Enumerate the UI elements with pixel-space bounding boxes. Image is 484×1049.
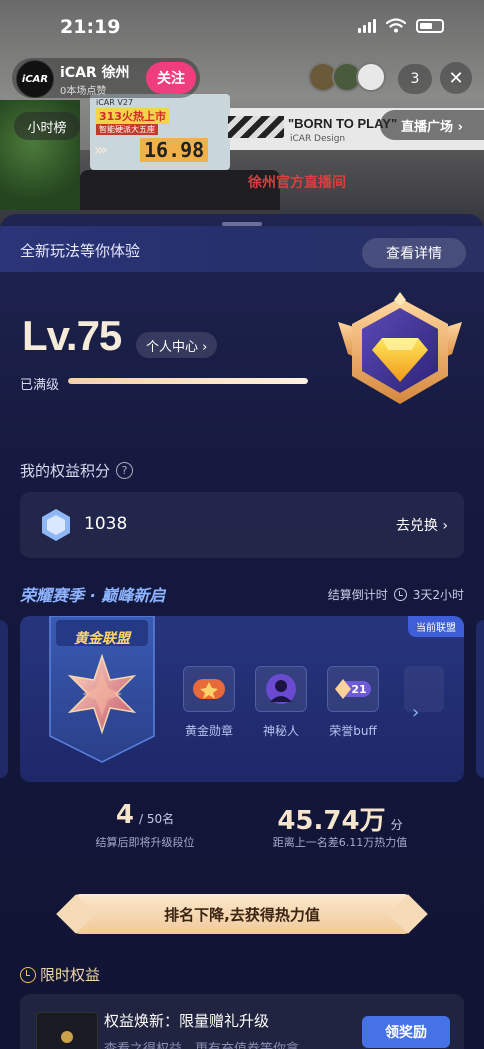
promo-headline: 313火热上市 [96, 108, 169, 124]
redeem-link[interactable]: 去兑换 › [396, 515, 448, 535]
cta-label: 排名下降,去获得热力值 [164, 905, 320, 924]
limited-benefits-title: 限时权益 [20, 964, 100, 985]
reward-item-partial[interactable] [404, 666, 444, 712]
heat-unit: 分 [390, 818, 403, 832]
rank-caption: 结算后即将升级段位 [95, 836, 195, 849]
reward-label: 黄金勋章 [184, 724, 233, 738]
rank-total: / 50名 [139, 812, 175, 826]
reward-tile[interactable] [183, 666, 235, 712]
new-play-banner: 全新玩法等你体验 查看详情 [0, 226, 484, 272]
reward-item[interactable]: 21 荣誉buff [326, 666, 380, 739]
battery-icon [416, 18, 444, 33]
viewer-avatars[interactable] [308, 62, 386, 92]
reward-label: 荣誉buff [329, 724, 377, 738]
benefit-desc: 查看之得权益，更有充值券等你拿 [104, 1038, 299, 1049]
next-league-card[interactable] [476, 620, 484, 778]
countdown-label: 结算倒计时 [327, 588, 388, 602]
league-rewards: 黄金勋章 神秘人 21 荣誉buff [182, 666, 380, 739]
close-icon[interactable]: ✕ [440, 62, 472, 94]
maxed-label: 已满级 [20, 378, 60, 393]
level-progress-fill [68, 378, 308, 384]
level-badge-icon [338, 292, 462, 404]
points-gem-icon [42, 509, 70, 541]
view-details-button[interactable]: 查看详情 [362, 238, 466, 268]
stripe-decoration [228, 116, 284, 138]
benefit-thumbnail [36, 1012, 98, 1049]
buff-badge-number: 21 [351, 683, 366, 696]
viewer-count[interactable]: 3 [398, 64, 432, 94]
rank-stat: 4 / 50名 [80, 800, 210, 830]
help-icon[interactable]: ? [116, 462, 134, 479]
points-title-text: 我的权益积分 [20, 462, 111, 480]
limited-title-text: 限时权益 [40, 966, 101, 984]
drag-handle[interactable] [222, 222, 262, 226]
league-name: 黄金联盟 [74, 631, 130, 647]
promo-chevrons: ››› [94, 140, 108, 159]
reward-item[interactable]: 黄金勋章 [182, 666, 236, 739]
live-square-button[interactable]: 直播广场 › [380, 110, 484, 140]
heat-value: 45.74万 [277, 806, 386, 836]
follow-button[interactable]: 关注 [146, 62, 196, 94]
gold-medal-icon [193, 679, 225, 699]
points-value: 1038 [84, 514, 128, 534]
viewer-avatar[interactable] [356, 62, 386, 92]
host-likes: 0本场点赞 [60, 86, 107, 97]
host-avatar[interactable]: iCAR [16, 60, 54, 98]
signal-icon [358, 18, 376, 33]
promo-brand: iCAR V27 [96, 98, 134, 107]
reward-tile[interactable]: 21 [327, 666, 379, 712]
league-card[interactable]: 当前联盟 黄金联盟 黄金勋章 神秘人 21 荣誉buff › [20, 616, 464, 782]
status-time: 21:19 [60, 16, 121, 38]
benefit-card[interactable]: 权益焕新：限量赠礼升级 查看之得权益，更有充值券等你拿 领奖励 [20, 994, 464, 1049]
points-title: 我的权益积分 ? [20, 460, 134, 481]
level-value: Lv.75 [22, 312, 122, 359]
honor-buff-icon: 21 [335, 679, 371, 699]
promo-board: iCAR V27 313火热上市 智能硬派大五座 ››› 16.98 [90, 94, 230, 170]
rank-value: 4 [115, 800, 134, 830]
points-card[interactable]: 1038 去兑换 › [20, 492, 464, 558]
settlement-countdown: 结算倒计时 3天2小时 [328, 586, 464, 603]
claim-reward-button[interactable]: 领奖励 [362, 1016, 450, 1048]
design-label: iCAR Design [290, 134, 346, 144]
current-league-tag: 当前联盟 [408, 616, 464, 637]
fan-benefits-panel: 全新玩法等你体验 查看详情 Lv.75 个人中心 › 已满级 我的权益积分 ? … [0, 214, 484, 1049]
wifi-icon [386, 18, 406, 33]
get-heat-button[interactable]: 排名下降,去获得热力值 [74, 894, 410, 934]
heat-caption: 距离上一名差6.11万热力值 [272, 836, 408, 849]
chevron-right-icon[interactable]: › [412, 702, 419, 723]
promo-sub: 智能硬派大五座 [96, 124, 158, 135]
season-title: 荣耀赛季 · 巅峰新启 [20, 586, 166, 605]
host-name[interactable]: iCAR 徐州 [60, 62, 130, 82]
status-icons [358, 18, 444, 33]
store-sign: 徐州官方直播间 [248, 175, 346, 191]
mystery-person-icon [266, 674, 296, 704]
promo-price: 16.98 [140, 138, 209, 162]
hourly-rank-button[interactable]: 小时榜 [14, 112, 80, 140]
reward-item[interactable]: 神秘人 [254, 666, 308, 739]
status-bar: 21:19 [0, 0, 484, 52]
reward-tile[interactable] [255, 666, 307, 712]
alarm-clock-icon [20, 966, 36, 983]
personal-center-button[interactable]: 个人中心 › [136, 332, 218, 358]
countdown-value: 3天2小时 [412, 588, 464, 602]
heat-stat: 45.74万 分 [260, 800, 420, 837]
prev-league-card[interactable] [0, 620, 8, 778]
benefit-name: 权益焕新：限量赠礼升级 [104, 1012, 270, 1030]
reward-label: 神秘人 [262, 724, 299, 738]
clock-icon [393, 588, 407, 601]
banner-text: 全新玩法等你体验 [20, 242, 141, 260]
level-progress-bar [68, 378, 308, 384]
